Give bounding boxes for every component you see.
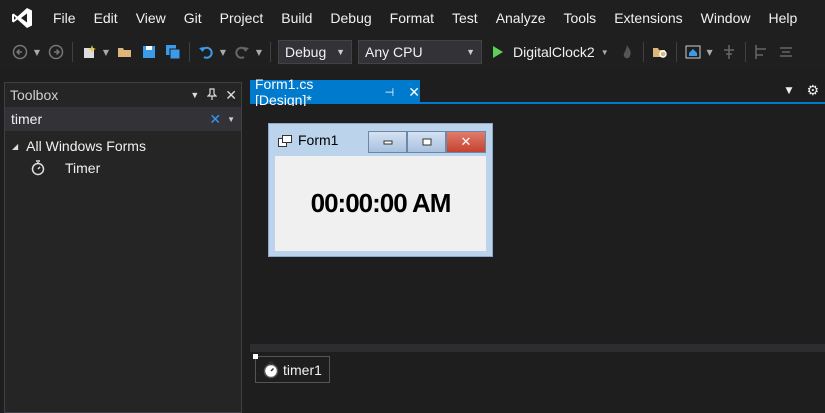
open-file-icon[interactable] [115,42,135,62]
align-centers-icon[interactable] [776,42,796,62]
align-lefts-icon[interactable] [752,42,772,62]
document-tab-strip: Form1.cs [Design]* ⊣ ✕ ▼ ⚙ [250,76,825,108]
solution-configuration-select[interactable]: Debug ▼ [278,40,352,64]
new-project-icon[interactable] [79,42,99,62]
start-debugging-button[interactable]: DigitalClock2 ▼ [493,44,609,60]
solution-platform-select[interactable]: Any CPU ▼ [358,40,482,64]
toolbar-separator [642,42,644,62]
undo-icon[interactable] [196,42,216,62]
startup-project-label: DigitalClock2 [513,44,595,60]
tab-label: Form1.cs [Design]* [255,76,314,108]
toolbar-separator [72,42,73,62]
clear-search-icon[interactable]: ✕ [209,111,221,128]
form1-client-area[interactable]: 00:00:00 AM [275,156,486,251]
menu-extensions[interactable]: Extensions [605,0,691,36]
minimize-button[interactable] [368,131,407,153]
menu-bar: File Edit View Git Project Build Debug Format Te… [0,0,825,36]
toolbox-item-timer[interactable]: Timer [5,157,241,179]
toolbox-category-label: All Windows Forms [26,138,146,154]
configuration-value: Debug [285,44,327,60]
menu-project[interactable]: Project [211,0,273,36]
toolbox-item-label: Timer [65,160,101,176]
toolbox-search-value: timer [11,111,43,127]
align-center-icon[interactable] [719,42,739,62]
chevron-down-icon: ▼ [466,47,475,57]
tray-splitter[interactable] [250,344,825,352]
menu-test[interactable]: Test [443,0,487,36]
toolbar-separator [675,42,677,62]
redo-dropdown-icon[interactable]: ▼ [254,42,264,62]
menu-format[interactable]: Format [381,0,443,36]
hot-reload-icon[interactable] [617,42,637,62]
find-in-files-icon[interactable] [650,42,670,62]
toolbar-separator [744,42,746,62]
toolbox-search-input[interactable]: timer ✕ ▼ [5,107,241,131]
toolbar-separator [189,42,190,62]
back-icon[interactable] [10,42,30,62]
pin-icon[interactable] [206,87,218,103]
form1-window[interactable]: Form1 ✕ 00:00:00 AM [268,123,493,257]
component-tray[interactable]: timer1 [250,352,825,413]
selection-handle[interactable] [253,354,258,359]
toolbox-title: Toolbox [10,87,59,103]
form-window-icon [278,134,292,147]
tab-list-dropdown-icon[interactable]: ▼ [786,86,793,96]
close-icon[interactable]: ✕ [225,87,237,104]
tab-form1-design[interactable]: Form1.cs [Design]* ⊣ ✕ [250,76,420,108]
tray-component-timer1[interactable]: timer1 [255,356,330,383]
chevron-down-icon[interactable]: ▼ [601,48,609,57]
menu-git[interactable]: Git [175,0,211,36]
menu-tools[interactable]: Tools [555,0,606,36]
visual-studio-logo-icon[interactable] [0,0,44,36]
pin-tab-icon[interactable]: ⊣ [385,86,395,99]
play-icon [493,46,503,58]
collapse-triangle-icon[interactable]: ◢ [12,142,18,151]
search-options-dropdown-icon[interactable]: ▼ [227,115,235,124]
form-designer-surface[interactable]: Form1 ✕ 00:00:00 AM [250,106,816,344]
toolbox-header: Toolbox ▼ ✕ [5,83,241,107]
menu-items: File Edit View Git Project Build Debug Format Te… [44,0,806,36]
menu-window[interactable]: Window [692,0,760,36]
format-home-icon[interactable] [683,42,703,62]
platform-value: Any CPU [365,44,423,60]
standard-toolbar: ▼ ▼ ▼ ▼ Debug ▼ Any CPU ▼ DigitalClock2 … [0,36,825,68]
clock-label[interactable]: 00:00:00 AM [311,188,452,219]
tray-component-label: timer1 [283,361,322,378]
chevron-down-icon: ▼ [336,47,345,57]
menu-debug[interactable]: Debug [321,0,380,36]
save-icon[interactable] [139,42,159,62]
toolbox-panel: Toolbox ▼ ✕ timer ✕ ▼ ◢ All Windows Form… [4,82,242,413]
new-dropdown-icon[interactable]: ▼ [101,42,111,62]
menu-help[interactable]: Help [759,0,806,36]
toolbox-category[interactable]: ◢ All Windows Forms [5,135,241,157]
stopwatch-icon [29,160,47,176]
close-button[interactable]: ✕ [446,131,486,153]
maximize-button[interactable] [407,131,446,153]
back-dropdown-icon[interactable]: ▼ [32,42,42,62]
close-tab-icon[interactable]: ✕ [408,84,420,101]
menu-build[interactable]: Build [272,0,321,36]
stopwatch-icon [263,361,279,379]
window-position-dropdown-icon[interactable]: ▼ [190,90,199,100]
toolbar-separator [270,42,271,62]
menu-file[interactable]: File [44,0,85,36]
save-all-icon[interactable] [163,42,183,62]
menu-analyze[interactable]: Analyze [487,0,555,36]
forward-icon[interactable] [46,42,66,62]
undo-dropdown-icon[interactable]: ▼ [218,42,228,62]
menu-view[interactable]: View [127,0,175,36]
gear-icon[interactable]: ⚙ [806,83,819,99]
format-dropdown-icon[interactable]: ▼ [705,42,715,62]
form-title: Form1 [298,132,339,148]
redo-icon[interactable] [232,42,252,62]
menu-edit[interactable]: Edit [85,0,127,36]
